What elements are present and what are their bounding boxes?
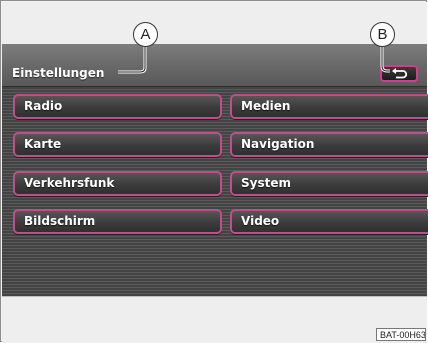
radio-button[interactable]: Radio [13,94,222,119]
traffic-info-button[interactable]: Verkehrsfunk [13,171,222,196]
infotainment-screen: Einstellungen Radio Medien Karte Navigat… [2,44,428,296]
display-button-label: Bildschirm [24,214,96,228]
media-button-label: Medien [241,99,291,113]
navigation-button-label: Navigation [241,137,315,151]
map-button-label: Karte [24,137,62,151]
callout-a-label: A [140,26,151,43]
display-button[interactable]: Bildschirm [13,209,222,234]
navigation-button[interactable]: Navigation [230,132,428,157]
traffic-info-button-label: Verkehrsfunk [24,176,115,190]
video-button[interactable]: Video [230,209,428,234]
page-title: Einstellungen [12,66,105,80]
video-button-label: Video [241,214,280,228]
media-button[interactable]: Medien [230,94,428,119]
system-button[interactable]: System [230,171,428,196]
bottom-margin [2,296,427,343]
image-code: BAT-00H63 [376,328,426,341]
callout-a: A [133,22,158,47]
callout-b-label: B [377,26,388,43]
system-button-label: System [241,176,291,190]
callout-b: B [370,22,395,47]
radio-button-label: Radio [24,99,63,113]
map-button[interactable]: Karte [13,132,222,157]
